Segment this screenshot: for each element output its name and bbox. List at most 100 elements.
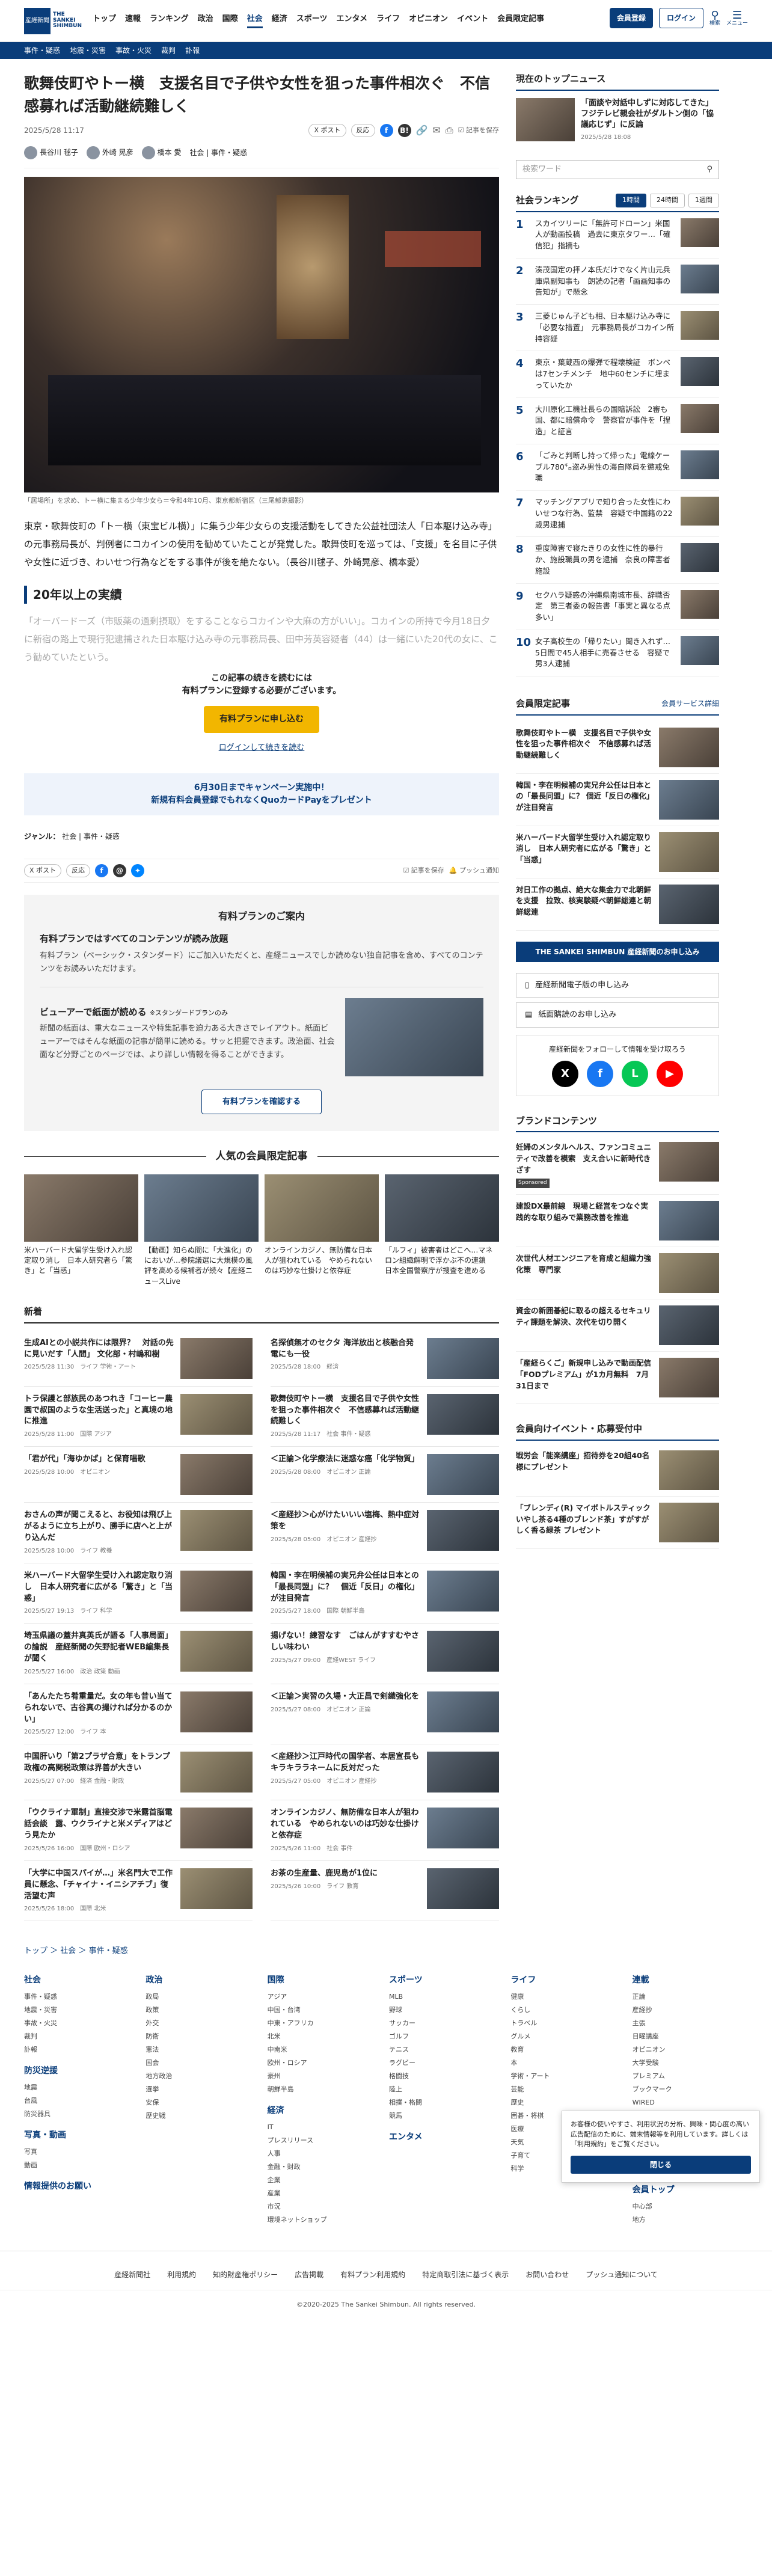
subnav-item-4[interactable]: 訃報 <box>185 45 200 56</box>
footer-link[interactable]: 産経新聞社 <box>114 2269 150 2280</box>
subnav-item-2[interactable]: 事故・火災 <box>115 45 152 56</box>
print-icon[interactable]: ⎙ <box>446 123 453 138</box>
sitemap-link[interactable]: 防衛 <box>146 2030 261 2043</box>
sitemap-link[interactable]: グルメ <box>510 2030 626 2043</box>
threads-icon[interactable]: @ <box>113 863 127 877</box>
sitemap-link[interactable]: 事件・疑惑 <box>24 1990 139 2004</box>
sitemap-link[interactable]: 外交 <box>146 2017 261 2030</box>
sitemap-link[interactable]: ブックマーク <box>633 2083 748 2096</box>
brand-item[interactable]: 建設DX最前線 現場と経営をつなぐ実践的な取り組みで業務改善を推進 <box>516 1195 719 1248</box>
sitemap-link[interactable]: 野球 <box>389 2004 504 2017</box>
news-item[interactable]: 埼玉県議の蓋井真英氏が語る「人事局面」の論説 産経新聞の矢野記者WEB編集長が聞… <box>24 1624 253 1684</box>
popular-item[interactable]: 米ハーバード大留学生受け入れ認定取り消し 日本人研究者ら「驚き」と「当惑」 <box>24 1174 138 1287</box>
sitemap-heading[interactable]: 写真・動画 <box>24 2129 139 2142</box>
search-icon[interactable]: ⚲ 検索 <box>709 10 720 26</box>
member-item[interactable]: 韓国・李在明候補の実兄弁公任は日本との「最長同盟」に？ 個近「反日の権化」が注目… <box>516 774 719 826</box>
sitemap-link[interactable]: トラベル <box>510 2017 626 2030</box>
sitemap-link[interactable]: ラグビー <box>389 2056 504 2070</box>
sitemap-link[interactable]: 学術・アート <box>510 2070 626 2083</box>
digital-subscribe-button[interactable]: ▯ 産経新聞電子版の申し込み <box>516 972 719 998</box>
footer-link[interactable]: お問い合わせ <box>525 2269 569 2280</box>
sitemap-link[interactable]: 市況 <box>268 2200 383 2213</box>
sitemap-heading[interactable]: スポーツ <box>389 1974 504 1987</box>
nav-item-3[interactable]: 政治 <box>198 13 213 28</box>
news-item[interactable]: 名探偵無才のセクタ 海洋放出と核融合発電にも一役 2025/5/28 18:00 … <box>271 1331 499 1387</box>
sitemap-link[interactable]: 人事 <box>268 2147 383 2160</box>
nav-item-1[interactable]: 速報 <box>125 13 141 28</box>
author-2[interactable]: 橋本 愛 <box>141 146 181 159</box>
sitemap-link[interactable]: アジア <box>268 1990 383 2004</box>
sidebar-search-input[interactable]: 検索ワード ⚲ <box>516 160 719 180</box>
news-item[interactable]: ＜正論＞化学療法に迷惑な癌「化学物質」 2025/5/28 08:00 オピニオン… <box>271 1447 499 1503</box>
link-icon[interactable]: 🔗 <box>416 123 428 138</box>
line-icon[interactable]: L <box>622 1060 648 1087</box>
x-icon[interactable]: X <box>552 1060 578 1087</box>
brand-item[interactable]: 妊婦のメンタルヘルス、ファンコミュニティで改善を模索 支え合いに新時代きざす Sp… <box>516 1136 719 1195</box>
sitemap-link[interactable]: 北米 <box>268 2030 383 2043</box>
sitemap-link[interactable]: 動画 <box>24 2159 139 2172</box>
category-path[interactable]: 社会 | 事件・疑惑 <box>189 147 247 158</box>
news-item[interactable]: お茶の生産量、鹿児島が1位に 2025/5/26 10:00 ライフ 教育 <box>271 1861 499 1922</box>
sitemap-link[interactable]: WIRED <box>633 2096 748 2109</box>
sitemap-link[interactable]: 地方政治 <box>146 2070 261 2083</box>
sitemap-link[interactable]: オピニオン <box>633 2043 748 2056</box>
member-item[interactable]: 米ハーバード大留学生受け入れ認定取り消し 日本人研究者に広がる「驚き」と「当惑」 <box>516 826 719 879</box>
cookie-close-button[interactable]: 閉じる <box>571 2155 751 2174</box>
ranking-item[interactable]: 1 スカイツリーに「無許可ドローン」米国人が動画投稿 過去に東京タワー…「確信犯」… <box>516 212 719 259</box>
top-news-item[interactable]: 「面談や対話中しずに対応してきた」フジテレビ親会社がダルトン側の「協議応じず」に… <box>516 97 719 143</box>
popular-item[interactable]: オンラインカジノ、無防備な日本人が狙われている やめられないのは巧妙な仕掛けと依… <box>265 1174 379 1287</box>
save-article-button-bottom[interactable]: ☑ 記事を保存 <box>403 866 444 876</box>
sitemap-link[interactable]: 選挙 <box>146 2083 261 2096</box>
ranking-item[interactable]: 4 東京・葉蔵西の爆弾で程壊検証 ボンベは7センチメンチ 地中60センチに埋まって… <box>516 351 719 398</box>
sitemap-link[interactable]: プレミアム <box>633 2070 748 2083</box>
footer-link[interactable]: 有料プラン利用規約 <box>340 2269 405 2280</box>
news-item[interactable]: 歌舞伎町やトー横 支援名目で子供や女性を狙った事件相次ぐ 不信感募れば活動継続難… <box>271 1387 499 1447</box>
news-item[interactable]: おさんの声が聞こえると、お役知は飛び上がるように立ち上がり、勝手に店へと上がり込… <box>24 1503 253 1563</box>
sitemap-heading[interactable]: 防災逆援 <box>24 2065 139 2078</box>
nav-item-10[interactable]: オピニオン <box>409 13 448 28</box>
nav-item-5[interactable]: 社会 <box>247 13 263 28</box>
nav-item-9[interactable]: ライフ <box>376 13 400 28</box>
news-item[interactable]: 「あんたたち肴重量だ。女の年も昔い当てられないで、古谷真の撮ければ分かるのかい」… <box>24 1684 253 1745</box>
hatena-icon[interactable]: B! <box>397 124 411 137</box>
sitemap-heading[interactable]: 政治 <box>146 1974 261 1987</box>
sitemap-link[interactable]: 豪州 <box>268 2070 383 2083</box>
sitemap-link[interactable]: 政策 <box>146 2004 261 2017</box>
subscribe-banner[interactable]: THE SANKEI SHIMBUN 産経新聞のお申し込み <box>516 941 719 962</box>
news-item[interactable]: 「大学に中国スパイが…」米名門大で工作員に懸念、「チャイナ・イニシアチブ」復活望… <box>24 1861 253 1922</box>
present-item[interactable]: 「ブレンディ(R) マイボトルスティック いやし茶る4種のブレンド茶」すがすがし… <box>516 1497 719 1549</box>
sitemap-link[interactable]: ゴルフ <box>389 2030 504 2043</box>
sitemap-link[interactable]: プレスリリース <box>268 2134 383 2147</box>
nav-item-0[interactable]: トップ <box>93 13 116 28</box>
sitemap-link[interactable]: 金融・財政 <box>268 2160 383 2174</box>
sitemap-link[interactable]: 主張 <box>633 2017 748 2030</box>
push-notification-toggle[interactable]: 🔔 プッシュ通知 <box>449 866 499 876</box>
nav-item-11[interactable]: イベント <box>457 13 488 28</box>
breadcrumb-item[interactable]: 社会 <box>60 1946 76 1955</box>
sitemap-link[interactable]: 裁判 <box>24 2030 139 2043</box>
genre-value[interactable]: 社会 | 事件・疑惑 <box>62 832 120 841</box>
sitemap-link[interactable]: 正論 <box>633 1990 748 2004</box>
tab-1week[interactable]: 1週間 <box>688 194 719 207</box>
sitemap-link[interactable]: 競馬 <box>389 2109 504 2123</box>
sitemap-link[interactable]: 欧州・ロシア <box>268 2056 383 2070</box>
login-to-read-link[interactable]: ログインして続きを読む <box>219 743 305 752</box>
reaction-button-bottom[interactable]: 反応 <box>66 863 91 877</box>
ranking-item[interactable]: 8 重度障害で寝たきりの女性に性的暴行か、施設職員の男を逮捕 奈良の障害者施設 <box>516 537 719 584</box>
sitemap-heading[interactable]: 連載 <box>633 1974 748 1987</box>
facebook-follow-icon[interactable]: f <box>587 1060 613 1087</box>
reaction-button[interactable]: 反応 <box>351 123 375 138</box>
sitemap-link[interactable]: 地震 <box>24 2081 139 2094</box>
login-button[interactable]: ログイン <box>658 8 703 28</box>
sitemap-link[interactable]: 台風 <box>24 2094 139 2108</box>
present-item[interactable]: 戦労会「能楽講座」招待券を20組40名様にプレゼント <box>516 1444 719 1497</box>
ranking-item[interactable]: 3 三菱じゅん子ども相、日本駆け込み寺に「必要な措置」 元事務局長がコカイン所持容… <box>516 305 719 352</box>
ranking-item[interactable]: 5 大川原化工機社長らの国賠訴訟 2審も国、都に賠償命令 警察官が事件を「捏造」と… <box>516 398 719 444</box>
brand-item[interactable]: 次世代人材エンジニアを育成と組織力強化策 専門家 <box>516 1247 719 1300</box>
sitemap-link[interactable]: 中東・アフリカ <box>268 2017 383 2030</box>
sitemap-link[interactable]: 写真 <box>24 2145 139 2159</box>
subnav-item-0[interactable]: 事件・疑惑 <box>24 45 60 56</box>
brand-item[interactable]: 「産経らくご」新規申し込みで動画配信「FODプレミアム」が1カ月無料 7月31日… <box>516 1352 719 1405</box>
sitemap-link[interactable]: 教育 <box>510 2043 626 2056</box>
sitemap-link[interactable]: 憲法 <box>146 2043 261 2056</box>
